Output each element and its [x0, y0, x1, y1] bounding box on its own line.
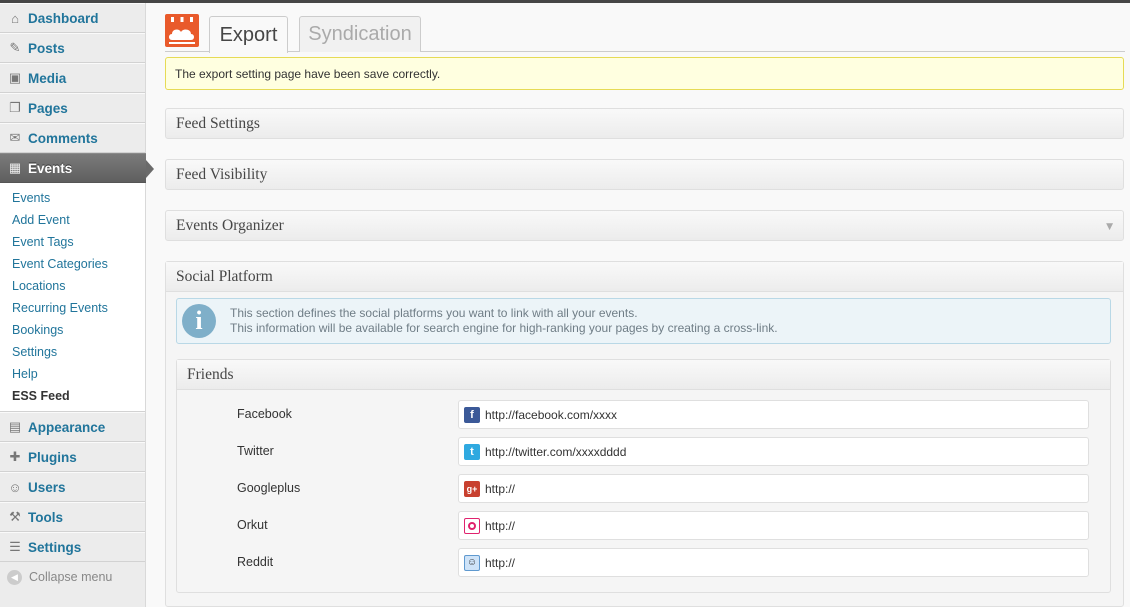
reddit-icon: ☺ — [464, 554, 480, 571]
plugin-icon: ✚ — [9, 449, 21, 464]
twitter-url-input[interactable]: t http://twitter.com/xxxxdddd — [458, 437, 1089, 466]
info-text: This section defines the social platform… — [230, 306, 778, 336]
submenu-event-categories[interactable]: Event Categories — [0, 253, 145, 275]
orkut-url-value: http:// — [485, 518, 516, 533]
panel-title: Events Organizer — [176, 216, 284, 234]
friend-row-twitter: Twitter t http://twitter.com/xxxxdddd — [177, 437, 1110, 466]
pin-icon: ✎ — [9, 40, 21, 55]
settings-icon: ☰ — [9, 539, 21, 554]
twitter-url-value: http://twitter.com/xxxxdddd — [485, 444, 627, 459]
friend-row-orkut: Orkut http:// — [177, 511, 1110, 540]
submenu-events[interactable]: Events — [0, 187, 145, 209]
googleplus-icon: g+ — [464, 480, 480, 497]
friends-title: Friends — [187, 365, 234, 383]
tools-icon: ⚒ — [9, 509, 21, 524]
friends-header: Friends — [177, 360, 1110, 390]
submenu-recurring-events[interactable]: Recurring Events — [0, 297, 145, 319]
friends-section: Friends Facebook f http://facebook.com/x… — [176, 359, 1111, 593]
googleplus-url-value: http:// — [485, 481, 516, 496]
dashboard-icon: ⌂ — [11, 10, 19, 26]
menu-dashboard[interactable]: ⌂ Dashboard — [0, 3, 145, 33]
menu-media[interactable]: ▣ Media — [0, 63, 145, 93]
tab-export[interactable]: Export — [209, 16, 288, 53]
social-platform-panel: Social Platform i This section defines t… — [165, 261, 1124, 607]
collapse-menu-label: Collapse menu — [29, 570, 113, 584]
submenu-add-event[interactable]: Add Event — [0, 209, 145, 231]
appearance-icon: ▤ — [8, 419, 22, 434]
menu-pages[interactable]: ❐ Pages — [0, 93, 145, 123]
panel-title: Feed Visibility — [176, 165, 268, 183]
menu-posts[interactable]: ✎ Posts — [0, 33, 145, 63]
tab-syndication[interactable]: Syndication — [299, 16, 421, 52]
menu-tools[interactable]: ⚒ Tools — [0, 502, 145, 532]
facebook-icon: f — [464, 406, 480, 423]
social-platform-header[interactable]: Social Platform — [166, 262, 1123, 292]
submenu-settings[interactable]: Settings — [0, 341, 145, 363]
feed-settings-panel[interactable]: Feed Settings — [165, 108, 1124, 139]
submenu-locations[interactable]: Locations — [0, 275, 145, 297]
friend-row-reddit: Reddit ☺ http:// — [177, 548, 1110, 577]
submenu-event-tags[interactable]: Event Tags — [0, 231, 145, 253]
menu-users[interactable]: ☺ Users — [0, 472, 145, 502]
orkut-icon — [464, 517, 480, 534]
events-submenu: Events Add Event Event Tags Event Catego… — [0, 183, 145, 412]
facebook-label: Facebook — [237, 407, 292, 421]
menu-settings[interactable]: ☰ Settings — [0, 532, 145, 562]
feed-visibility-panel[interactable]: Feed Visibility — [165, 159, 1124, 190]
reddit-url-input[interactable]: ☺ http:// — [458, 548, 1089, 577]
orkut-url-input[interactable]: http:// — [458, 511, 1089, 540]
comment-icon: ✉ — [9, 130, 21, 145]
googleplus-url-input[interactable]: g+ http:// — [458, 474, 1089, 503]
calendar-icon: ▦ — [8, 160, 22, 175]
submenu-help[interactable]: Help — [0, 363, 145, 385]
menu-comments[interactable]: ✉ Comments — [0, 123, 145, 153]
info-line-1: This section defines the social platform… — [230, 306, 638, 320]
twitter-icon: t — [464, 443, 480, 460]
friend-row-googleplus: Googleplus g+ http:// — [177, 474, 1110, 503]
ess-logo-icon — [165, 14, 199, 47]
ess-logo-graphic — [169, 17, 195, 44]
users-icon: ☺ — [8, 479, 22, 495]
main-content: Export Syndication The export setting pa… — [165, 3, 1125, 607]
info-box: i This section defines the social platfo… — [176, 298, 1111, 344]
events-organizer-panel[interactable]: Events Organizer ▼ — [165, 210, 1124, 241]
submenu-ess-feed[interactable]: ESS Feed — [0, 385, 145, 407]
googleplus-label: Googleplus — [237, 481, 301, 495]
collapse-menu-button[interactable]: ◀ Collapse menu — [0, 562, 145, 592]
media-icon: ▣ — [8, 70, 22, 85]
reddit-url-value: http:// — [485, 555, 516, 570]
menu-plugins[interactable]: ✚ Plugins — [0, 442, 145, 472]
facebook-url-input[interactable]: f http://facebook.com/xxxx — [458, 400, 1089, 429]
reddit-label: Reddit — [237, 555, 274, 569]
panel-title: Social Platform — [176, 267, 273, 285]
menu-appearance[interactable]: ▤ Appearance — [0, 412, 145, 442]
menu-events[interactable]: ▦ Events — [0, 153, 154, 183]
success-notice: The export setting page have been save c… — [165, 57, 1124, 90]
notice-text: The export setting page have been save c… — [175, 66, 441, 81]
info-icon: i — [182, 304, 216, 338]
info-line-2: This information will be available for s… — [230, 321, 778, 335]
panel-title: Feed Settings — [176, 114, 260, 132]
orkut-label: Orkut — [237, 518, 268, 532]
tab-bar: Export Syndication — [165, 3, 1125, 53]
pages-icon: ❐ — [9, 100, 21, 115]
submenu-bookings[interactable]: Bookings — [0, 319, 145, 341]
twitter-label: Twitter — [237, 444, 274, 458]
facebook-url-value: http://facebook.com/xxxx — [485, 407, 618, 422]
panel-toggle-icon[interactable]: ▼ — [1106, 222, 1113, 232]
admin-sidebar: ⌂ Dashboard ✎ Posts ▣ Media ❐ Pages ✉ Comment… — [0, 3, 154, 607]
friend-row-facebook: Facebook f http://facebook.com/xxxx — [177, 400, 1110, 429]
collapse-arrow-icon: ◀ — [7, 569, 22, 585]
